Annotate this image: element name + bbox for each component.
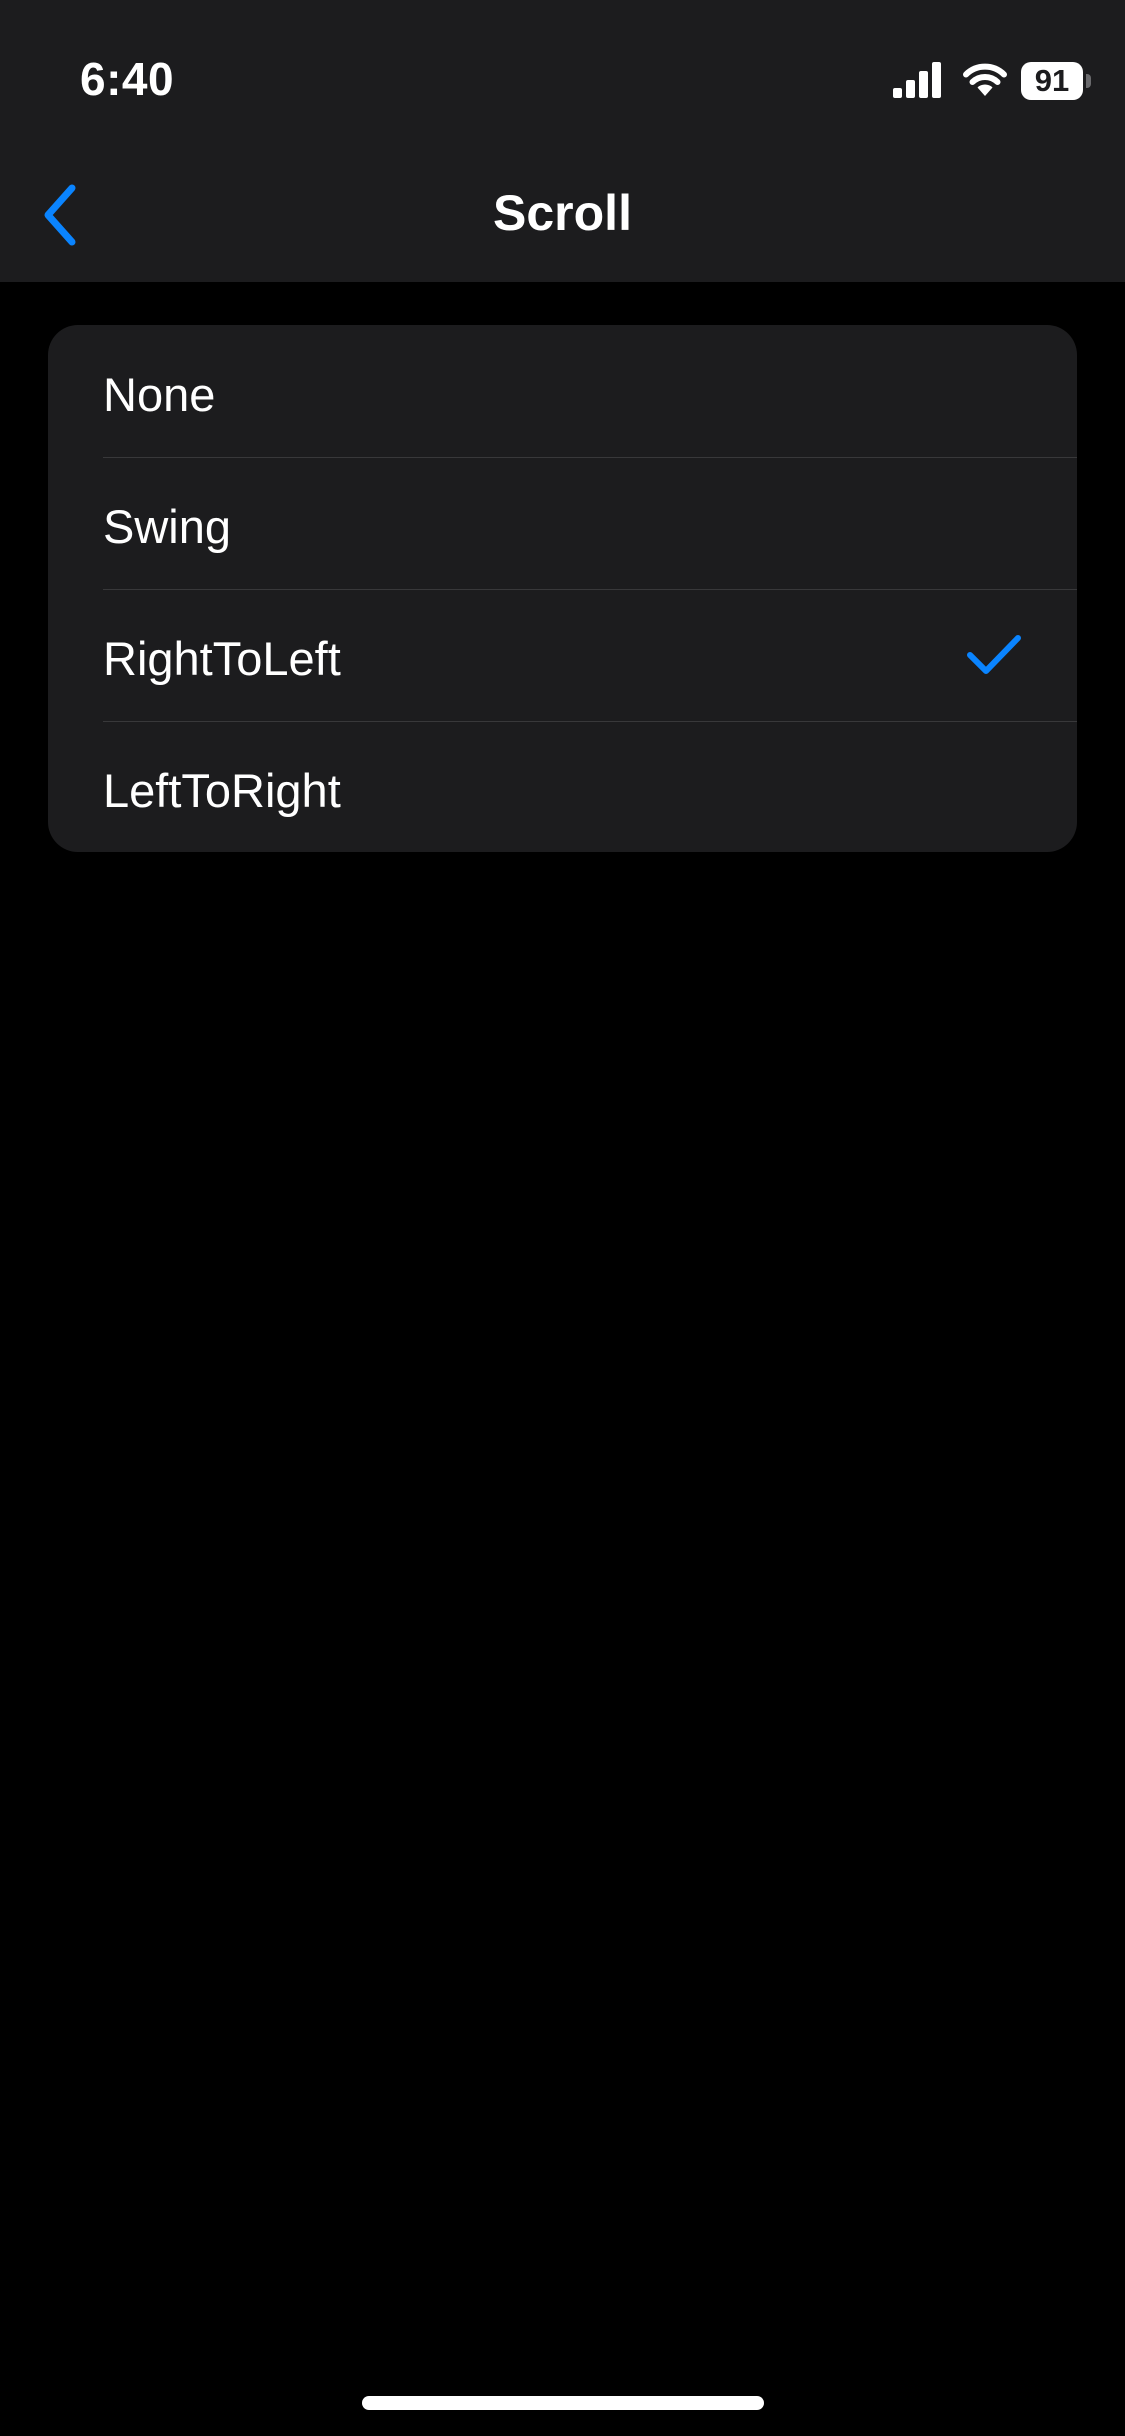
home-indicator[interactable] — [362, 2396, 764, 2410]
option-label: RightToLeft — [103, 632, 341, 685]
scroll-options-list: None Swing RightToLeft LeftToRight — [48, 325, 1077, 852]
option-swing[interactable]: Swing — [48, 457, 1077, 589]
wifi-icon — [963, 63, 1007, 96]
page-title: Scroll — [493, 185, 632, 241]
cellular-signal-icon — [893, 62, 941, 98]
status-time: 6:40 — [80, 53, 175, 105]
option-none[interactable]: None — [48, 325, 1077, 457]
option-label: Swing — [103, 500, 232, 553]
checkmark-icon — [967, 635, 1021, 674]
top-bar-background: 6:40 91 Scroll — [0, 0, 1125, 282]
battery-level: 91 — [1021, 62, 1083, 100]
battery-tip — [1086, 74, 1091, 88]
option-right-to-left[interactable]: RightToLeft — [48, 589, 1077, 721]
option-left-to-right[interactable]: LeftToRight — [48, 721, 1077, 852]
battery-icon: 91 — [1021, 62, 1091, 100]
navigation-bar: Scroll — [0, 150, 1125, 282]
status-bar: 6:40 91 — [0, 0, 1125, 150]
option-label: LeftToRight — [103, 764, 341, 817]
option-label: None — [103, 368, 216, 421]
